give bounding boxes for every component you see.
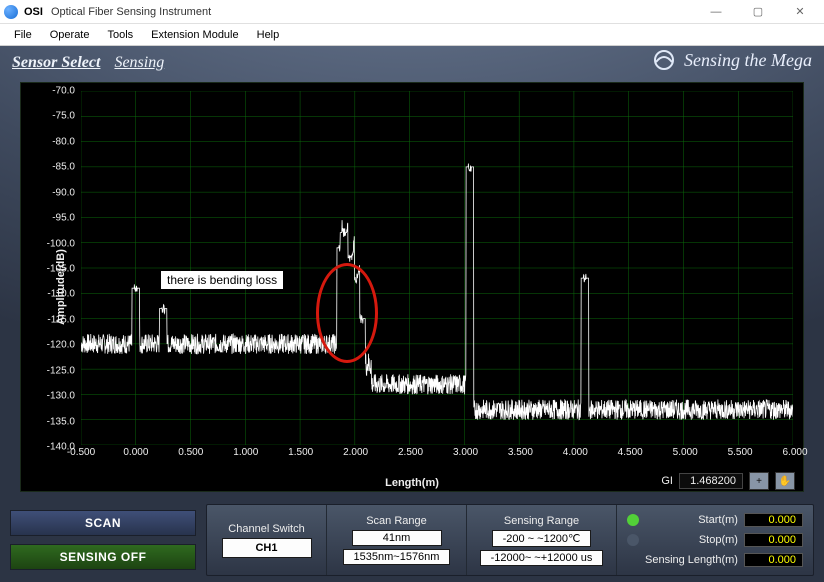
start-label: Start(m) <box>645 514 738 526</box>
sensing-length-label: Sensing Length(m) <box>645 554 738 566</box>
app-body: Sensor Select Sensing Sensing the Mega A… <box>0 46 824 582</box>
stop-label: Stop(m) <box>645 534 738 546</box>
control-bar: SCAN SENSING OFF Channel Switch CH1 Scan… <box>10 504 814 576</box>
scan-range-span: 1535nm~1576nm <box>343 549 451 565</box>
annotation-bending-loss-label: there is bending loss <box>161 271 283 289</box>
control-panels: Channel Switch CH1 Scan Range 41nm 1535n… <box>206 504 814 576</box>
x-tick-labels: -0.5000.0000.5001.0001.5002.0002.5003.00… <box>81 447 793 461</box>
gi-value[interactable]: 1.468200 <box>679 473 743 489</box>
gi-label: GI <box>661 475 673 487</box>
brand-text: Sensing the Mega <box>684 50 812 71</box>
menu-file[interactable]: File <box>6 27 40 43</box>
tab-sensor-select[interactable]: Sensor Select <box>12 54 114 72</box>
menu-tools[interactable]: Tools <box>99 27 141 43</box>
stop-value[interactable]: 0.000 <box>744 533 803 547</box>
minimize-button[interactable]: — <box>696 2 736 22</box>
sensing-range-time: -12000~ ~+12000 us <box>480 550 604 566</box>
titlebar: OSI Optical Fiber Sensing Instrument — ▢… <box>0 0 824 24</box>
app-header: Sensor Select Sensing Sensing the Mega <box>0 46 824 74</box>
scan-range-value: 41nm <box>352 530 442 546</box>
window-title: Optical Fiber Sensing Instrument <box>51 6 211 18</box>
plot-svg <box>81 91 793 445</box>
chart-container: Amplitude(dB) Length(m) -70.0-75.0-80.0-… <box>20 82 804 492</box>
panel-sensing-range: Sensing Range -200 ~ ~1200℃ -12000~ ~+12… <box>467 505 617 575</box>
brand-logo: Sensing the Mega <box>652 48 812 72</box>
menubar: File Operate Tools Extension Module Help <box>0 24 824 46</box>
scan-button[interactable]: SCAN <box>10 510 196 536</box>
sensing-range-temp: -200 ~ ~1200℃ <box>492 530 592 547</box>
app-icon <box>4 5 18 19</box>
sensing-range-label: Sensing Range <box>504 515 579 527</box>
channel-switch-label: Channel Switch <box>228 523 304 535</box>
channel-value[interactable]: CH1 <box>222 538 312 558</box>
app-code: OSI <box>24 6 43 18</box>
chart-footer: GI 1.468200 + ✋ <box>21 471 803 491</box>
plot-area[interactable] <box>81 91 793 445</box>
start-value[interactable]: 0.000 <box>744 513 803 527</box>
start-led-icon <box>627 514 639 526</box>
tab-sensing[interactable]: Sensing <box>114 54 178 72</box>
sensing-off-button[interactable]: SENSING OFF <box>10 544 196 570</box>
stop-led-icon <box>627 534 639 546</box>
brand-icon <box>652 48 676 72</box>
sensing-length-value[interactable]: 0.000 <box>744 553 803 567</box>
y-tick-labels: -70.0-75.0-80.0-85.0-90.0-95.0-100.0-105… <box>21 91 77 445</box>
panel-readouts: Start(m) 0.000 Stop(m) 0.000 Sensing Len… <box>617 505 813 575</box>
menu-extension-module[interactable]: Extension Module <box>143 27 246 43</box>
pan-tool-button[interactable]: ✋ <box>775 472 795 490</box>
maximize-button[interactable]: ▢ <box>738 2 778 22</box>
panel-channel-switch: Channel Switch CH1 <box>207 505 327 575</box>
cursor-tool-button[interactable]: + <box>749 472 769 490</box>
menu-help[interactable]: Help <box>249 27 288 43</box>
close-button[interactable]: ✕ <box>780 2 820 22</box>
scan-range-label: Scan Range <box>366 515 427 527</box>
panel-scan-range: Scan Range 41nm 1535nm~1576nm <box>327 505 467 575</box>
menu-operate[interactable]: Operate <box>42 27 98 43</box>
annotation-bending-loss-circle <box>316 263 378 363</box>
